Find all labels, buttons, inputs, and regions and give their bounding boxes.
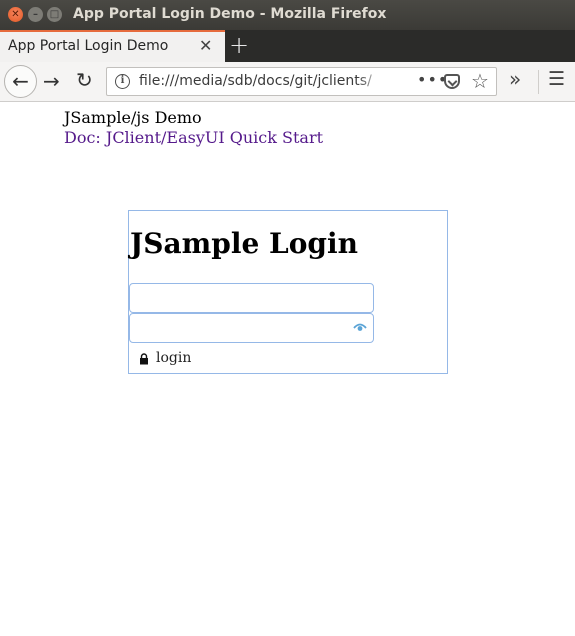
login-panel: JSample Login login (128, 210, 448, 374)
back-button[interactable]: ← (4, 65, 37, 98)
password-field[interactable] (129, 313, 374, 343)
username-field[interactable] (129, 283, 374, 313)
eye-icon[interactable] (353, 322, 367, 332)
window-title: App Portal Login Demo - Mozilla Firefox (73, 6, 387, 22)
navigation-toolbar: ← → ↻ i file:///media/sdb/docs/git/jclie… (0, 62, 575, 102)
toolbar-separator (538, 70, 539, 94)
reload-button[interactable]: ↻ (76, 68, 93, 92)
window-close-button[interactable]: ✕ (8, 7, 23, 22)
tab-strip: App Portal Login Demo ✕ + (0, 30, 575, 62)
toolbar-overflow-icon[interactable]: » (509, 67, 521, 91)
login-title: JSample Login (130, 227, 358, 260)
bookmark-star-icon[interactable]: ☆ (471, 69, 489, 93)
tab-title: App Portal Login Demo (8, 38, 169, 54)
tab-app-portal[interactable]: App Portal Login Demo ✕ (0, 30, 225, 62)
hamburger-menu-icon[interactable]: ☰ (548, 68, 565, 90)
url-fade (357, 70, 385, 93)
window-maximize-button[interactable]: □ (47, 7, 62, 22)
demo-heading: JSample/js Demo (64, 108, 202, 127)
login-button-label: login (156, 350, 192, 366)
url-text[interactable]: file:///media/sdb/docs/git/jclients/ (139, 73, 381, 89)
page-content: JSample/js Demo Doc: JClient/EasyUI Quic… (0, 103, 575, 636)
tab-close-icon[interactable]: ✕ (199, 36, 212, 55)
window-titlebar: ✕ – □ App Portal Login Demo - Mozilla Fi… (0, 0, 575, 30)
password-input[interactable] (132, 316, 347, 340)
pocket-icon[interactable] (444, 74, 460, 89)
url-bar[interactable]: i file:///media/sdb/docs/git/jclients/ •… (106, 67, 497, 96)
doc-link[interactable]: Doc: JClient/EasyUI Quick Start (64, 128, 323, 147)
username-input[interactable] (132, 286, 347, 310)
new-tab-button[interactable]: + (229, 31, 249, 59)
window-minimize-button[interactable]: – (28, 7, 43, 22)
forward-button[interactable]: → (43, 69, 60, 93)
lock-icon (140, 353, 148, 365)
site-info-icon[interactable]: i (115, 74, 130, 89)
